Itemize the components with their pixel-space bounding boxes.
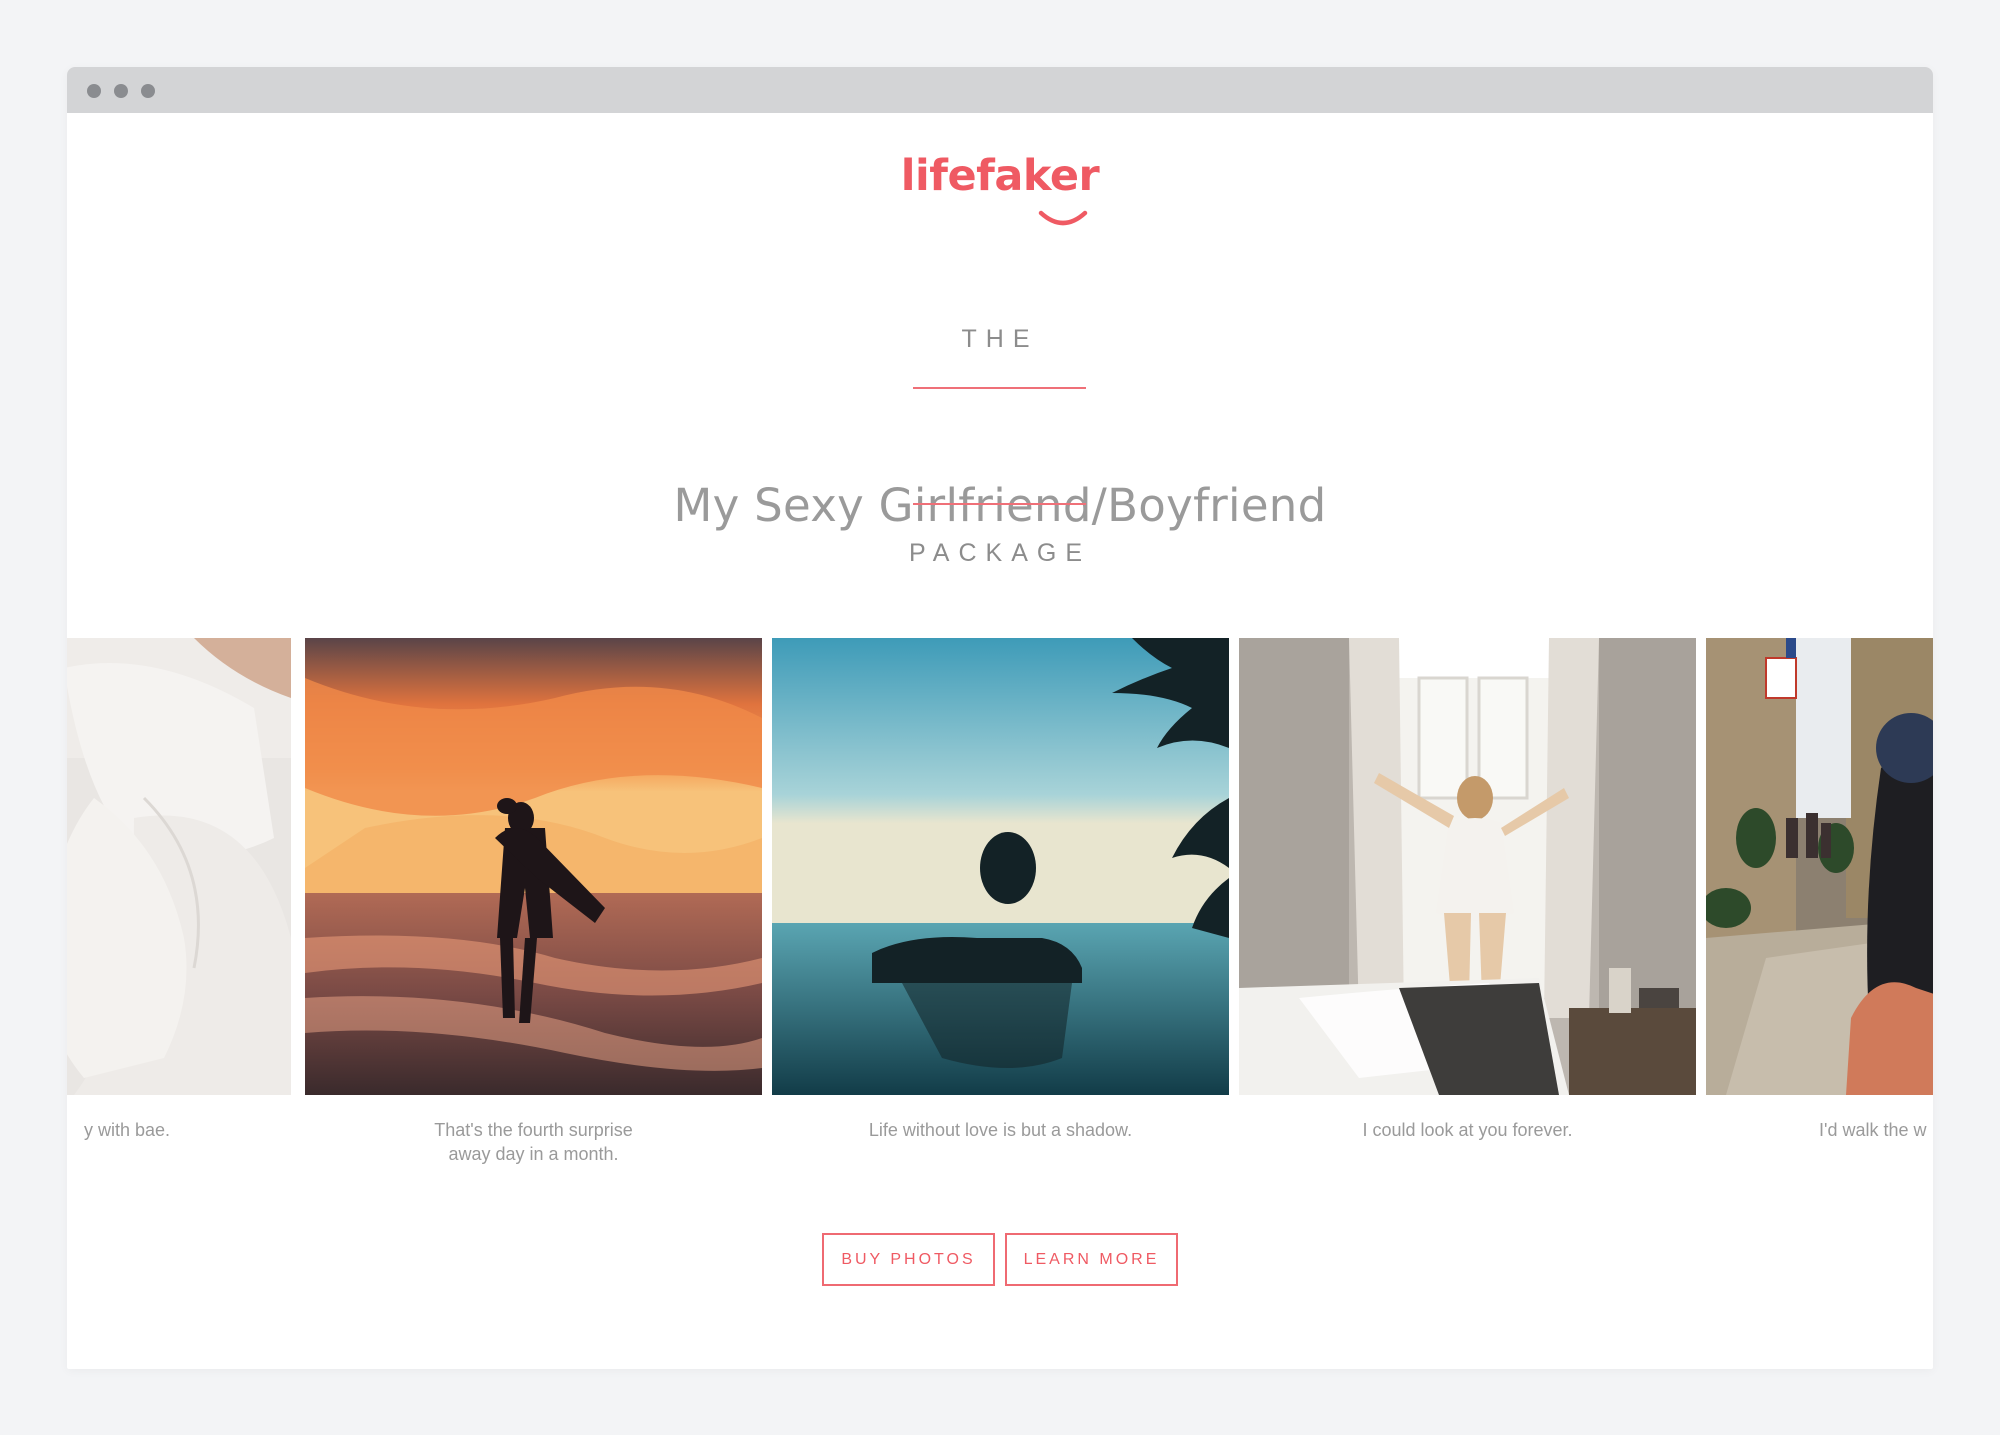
slide-caption: I could look at you forever.	[1362, 1120, 1573, 1140]
infinity-pool-photo[interactable]	[772, 638, 1229, 1095]
smile-icon	[1038, 210, 1088, 226]
eyebrow-the: THE	[961, 325, 1039, 353]
bedroom-window-photo[interactable]	[1239, 638, 1696, 1095]
beach-sunset-photo[interactable]	[305, 638, 762, 1095]
logo-text: lifefaker	[900, 151, 1100, 201]
slide-caption: y with bae.	[83, 1120, 170, 1140]
buy-photos-button[interactable]: BUY PHOTOS	[822, 1233, 995, 1286]
follow-me-street-photo[interactable]	[1706, 638, 1933, 1095]
lifefaker-logo[interactable]: lifefaker	[67, 151, 1933, 226]
window-dot	[114, 84, 128, 98]
slide-caption: Life without love is but a shadow.	[868, 1120, 1133, 1140]
divider-bottom	[913, 503, 1086, 505]
slide-caption: I'd walk the w	[1819, 1120, 1927, 1140]
eyebrow-package: PACKAGE	[908, 539, 1092, 567]
package-title: My Sexy Girlfriend/Boyfriend	[673, 479, 1327, 532]
learn-more-button[interactable]: LEARN MORE	[1005, 1233, 1178, 1286]
browser-titlebar	[67, 67, 1933, 113]
woman-in-bed-photo[interactable]	[67, 638, 291, 1095]
browser-window: lifefaker THE My Sexy Girlfriend/Boyfrie…	[67, 67, 1933, 1369]
window-dot	[141, 84, 155, 98]
divider-top	[913, 387, 1086, 389]
window-dot	[87, 84, 101, 98]
photo-carousel[interactable]: y with bae. That's the fourth surprise a…	[67, 638, 1933, 1238]
slide-caption: That's the fourth surprise away day in a…	[434, 1120, 633, 1164]
